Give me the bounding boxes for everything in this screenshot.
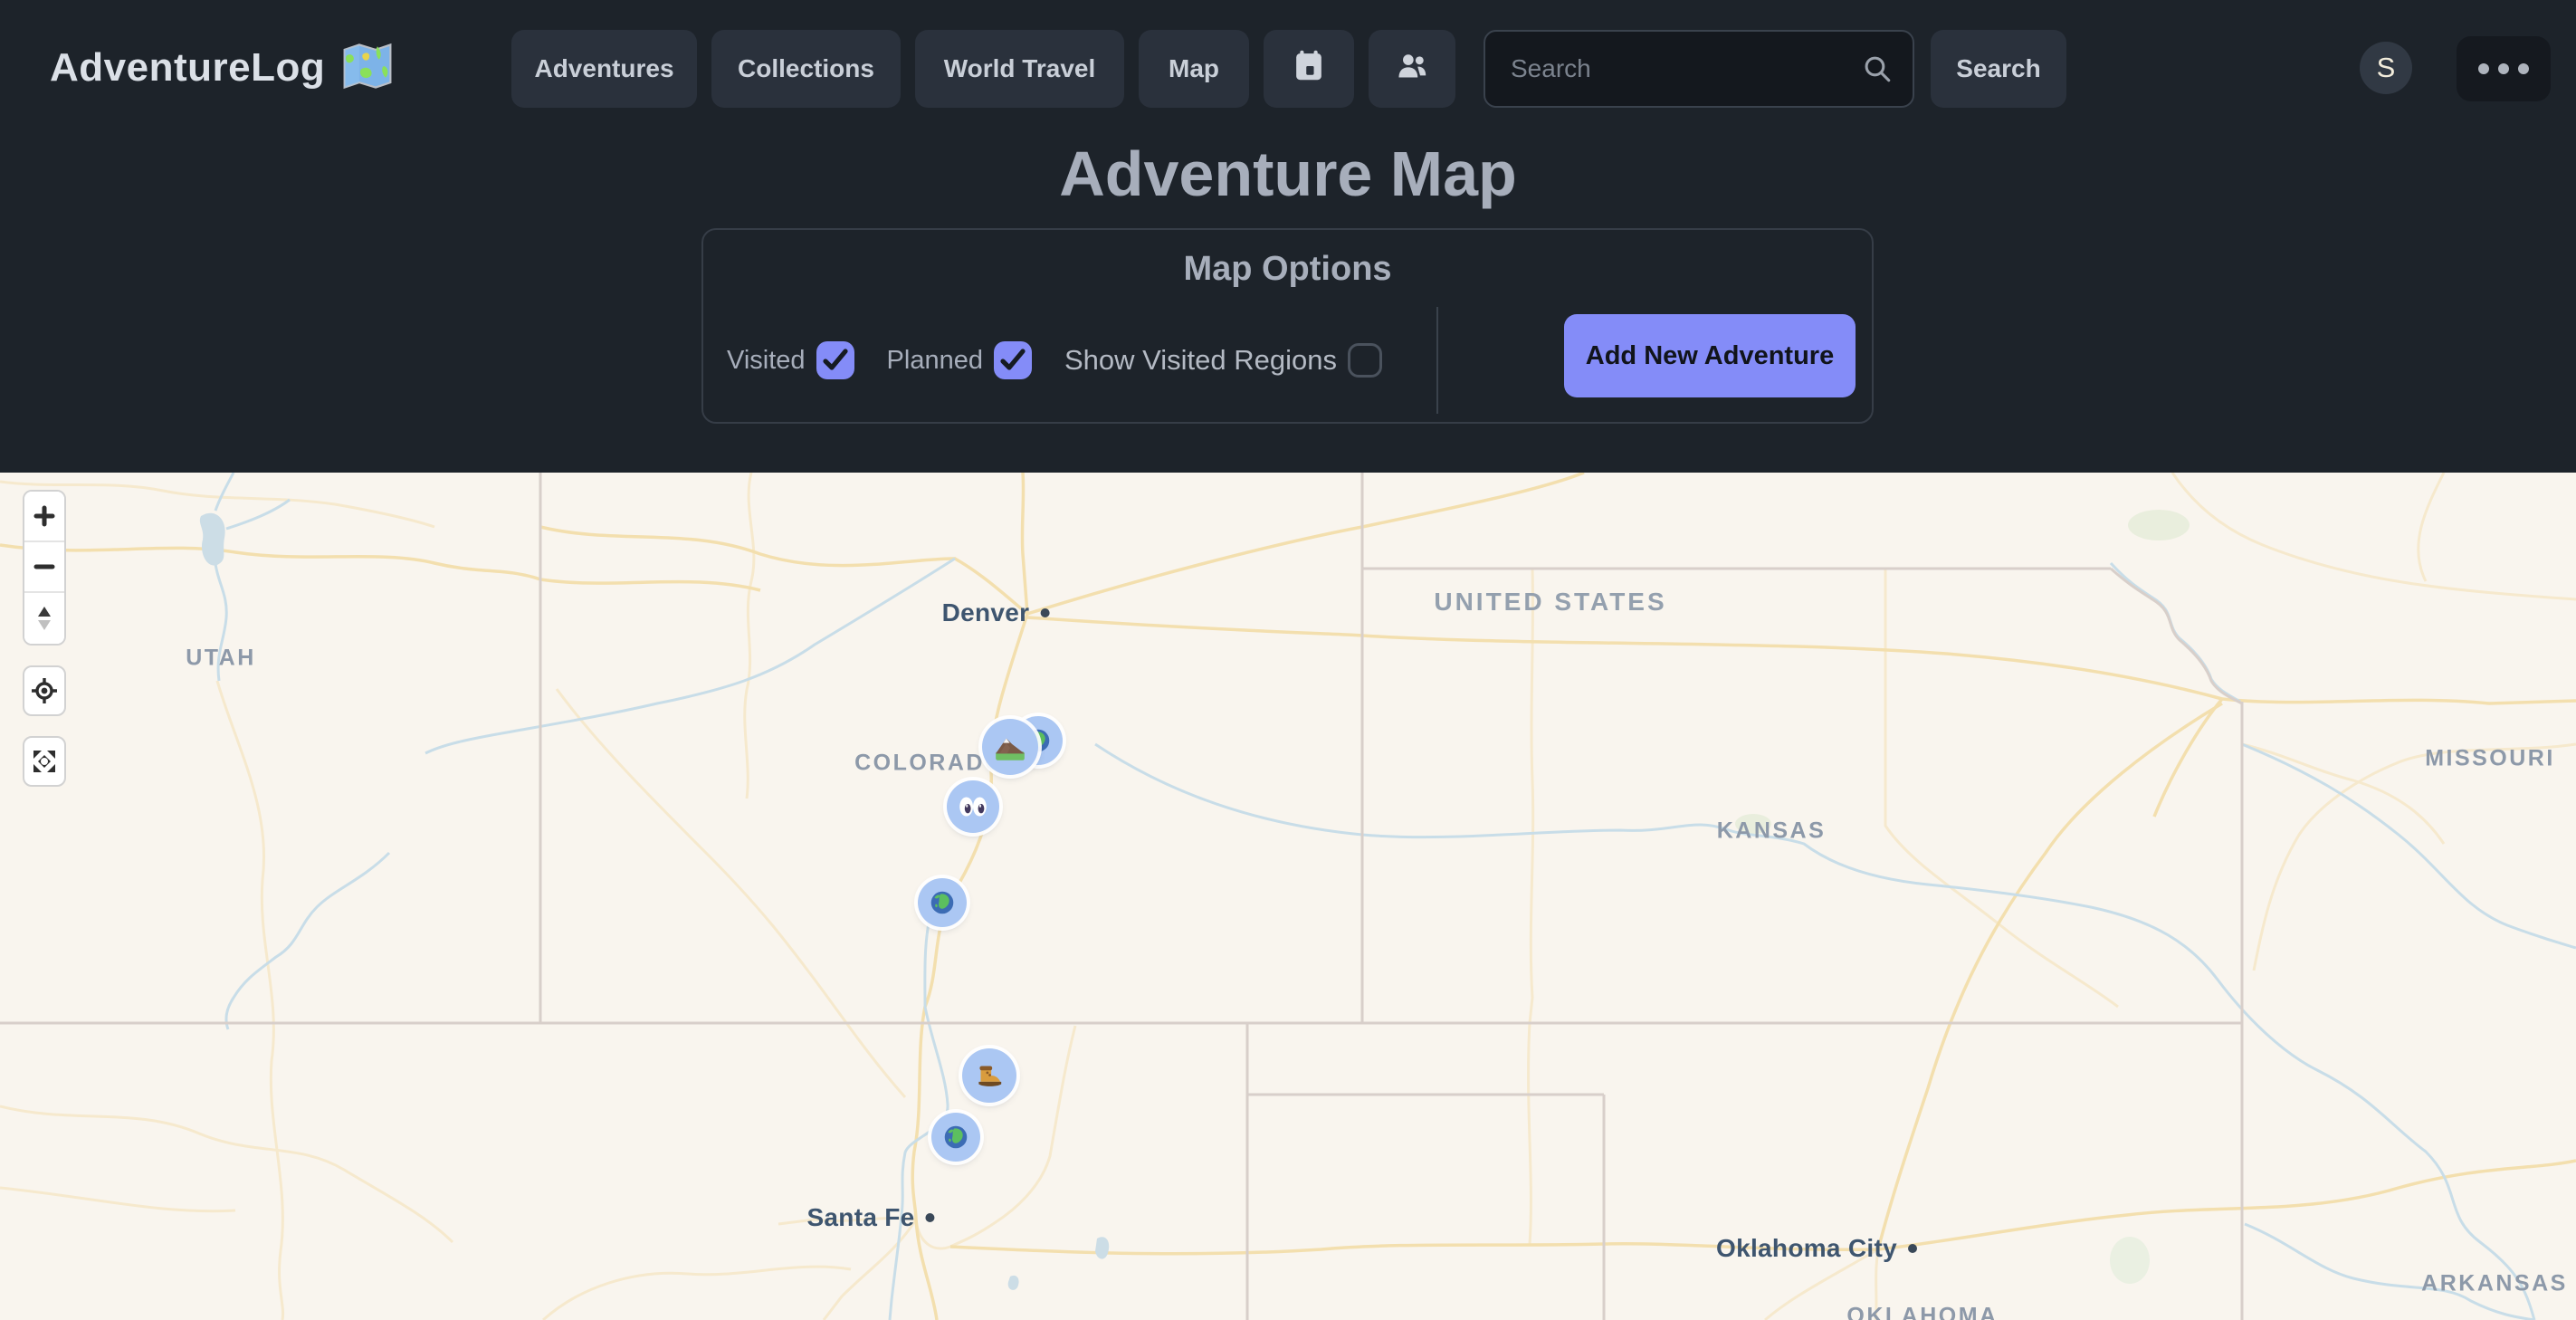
users-button[interactable]: [1369, 30, 1455, 108]
avatar[interactable]: S: [2360, 42, 2412, 94]
locate-button[interactable]: [23, 665, 66, 716]
hiking-boot-icon: [972, 1058, 1007, 1093]
users-icon: [1396, 52, 1428, 87]
map-label-santa-fe: Santa Fe: [806, 1203, 934, 1232]
map-options-title: Map Options: [703, 250, 1872, 289]
navbar: AdventureLog Adventures Collections Worl…: [0, 0, 2576, 136]
city-dot: [1040, 608, 1049, 617]
expand-arrows-icon: [31, 748, 58, 775]
world-map-icon: [341, 43, 394, 94]
map-label-denver: Denver: [942, 598, 1050, 627]
show-visited-regions-checkbox[interactable]: [1348, 343, 1382, 378]
globe-icon: [940, 1122, 971, 1153]
mountain-adventure-marker[interactable]: [982, 719, 1038, 775]
planned-label: Planned: [887, 346, 983, 376]
nav-collections[interactable]: Collections: [711, 30, 901, 108]
ellipsis-icon: [2478, 63, 2489, 74]
map-label-oklahoma-city: Oklahoma City: [1716, 1234, 1917, 1263]
globe-adventure-marker[interactable]: [931, 1113, 980, 1162]
gps-target-icon: [31, 677, 58, 704]
nav-adventures[interactable]: Adventures: [511, 30, 697, 108]
pitch-arrows-icon: [33, 605, 55, 632]
tilt-button[interactable]: [24, 593, 64, 644]
minus-icon: [33, 555, 56, 579]
mountain-icon: [993, 730, 1027, 764]
eyes-adventure-marker[interactable]: [947, 780, 999, 833]
adventure-map-canvas[interactable]: UTAHCOLORADOUNITED STATESKANSASMISSOURIA…: [0, 473, 2576, 1320]
visited-checkbox[interactable]: [816, 341, 854, 379]
map-label-oklahoma: OKLAHOMA: [1846, 1304, 1998, 1320]
plus-icon: [33, 504, 56, 528]
visited-label: Visited: [727, 346, 806, 376]
show-visited-regions-label: Show Visited Regions: [1064, 344, 1337, 377]
calendar-icon: [1293, 50, 1324, 89]
nav-map[interactable]: Map: [1139, 30, 1249, 108]
globe-adventure-marker[interactable]: [918, 878, 967, 927]
fullscreen-button[interactable]: [23, 736, 66, 787]
map-base-tiles: [0, 473, 2576, 1320]
map-label-utah: UTAH: [186, 646, 256, 672]
map-options-card: Map Options Visited Planned Show Visited…: [701, 228, 1874, 424]
zoom-in-button[interactable]: [24, 492, 64, 542]
app-title: AdventureLog: [50, 45, 325, 91]
map-label-arkansas: ARKANSAS: [2421, 1271, 2568, 1297]
calendar-button[interactable]: [1264, 30, 1354, 108]
add-new-adventure-button[interactable]: Add New Adventure: [1564, 314, 1856, 397]
city-dot: [926, 1213, 935, 1222]
city-dot: [1908, 1244, 1917, 1253]
search-button[interactable]: Search: [1931, 30, 2066, 108]
planned-checkbox[interactable]: [994, 341, 1032, 379]
app-logo[interactable]: AdventureLog: [50, 0, 394, 136]
zoom-out-button[interactable]: [24, 542, 64, 593]
map-zoom-controls: [23, 490, 66, 646]
search-input[interactable]: [1484, 30, 1914, 108]
main-nav: Adventures Collections World Travel Map: [511, 30, 1455, 108]
overflow-menu-button[interactable]: [2457, 36, 2551, 101]
map-label-united-states: UNITED STATES: [1434, 588, 1666, 617]
search-icon: [1862, 53, 1893, 84]
options-divider: [1436, 307, 1438, 414]
nav-world-travel[interactable]: World Travel: [915, 30, 1124, 108]
globe-icon: [927, 887, 958, 918]
search-field-wrap: [1484, 30, 1914, 108]
page-title: Adventure Map: [0, 138, 2576, 210]
boot-adventure-marker[interactable]: [962, 1048, 1016, 1103]
eyes-icon: [956, 791, 990, 822]
map-label-kansas: KANSAS: [1717, 818, 1827, 845]
map-label-missouri: MISSOURI: [2425, 746, 2555, 772]
